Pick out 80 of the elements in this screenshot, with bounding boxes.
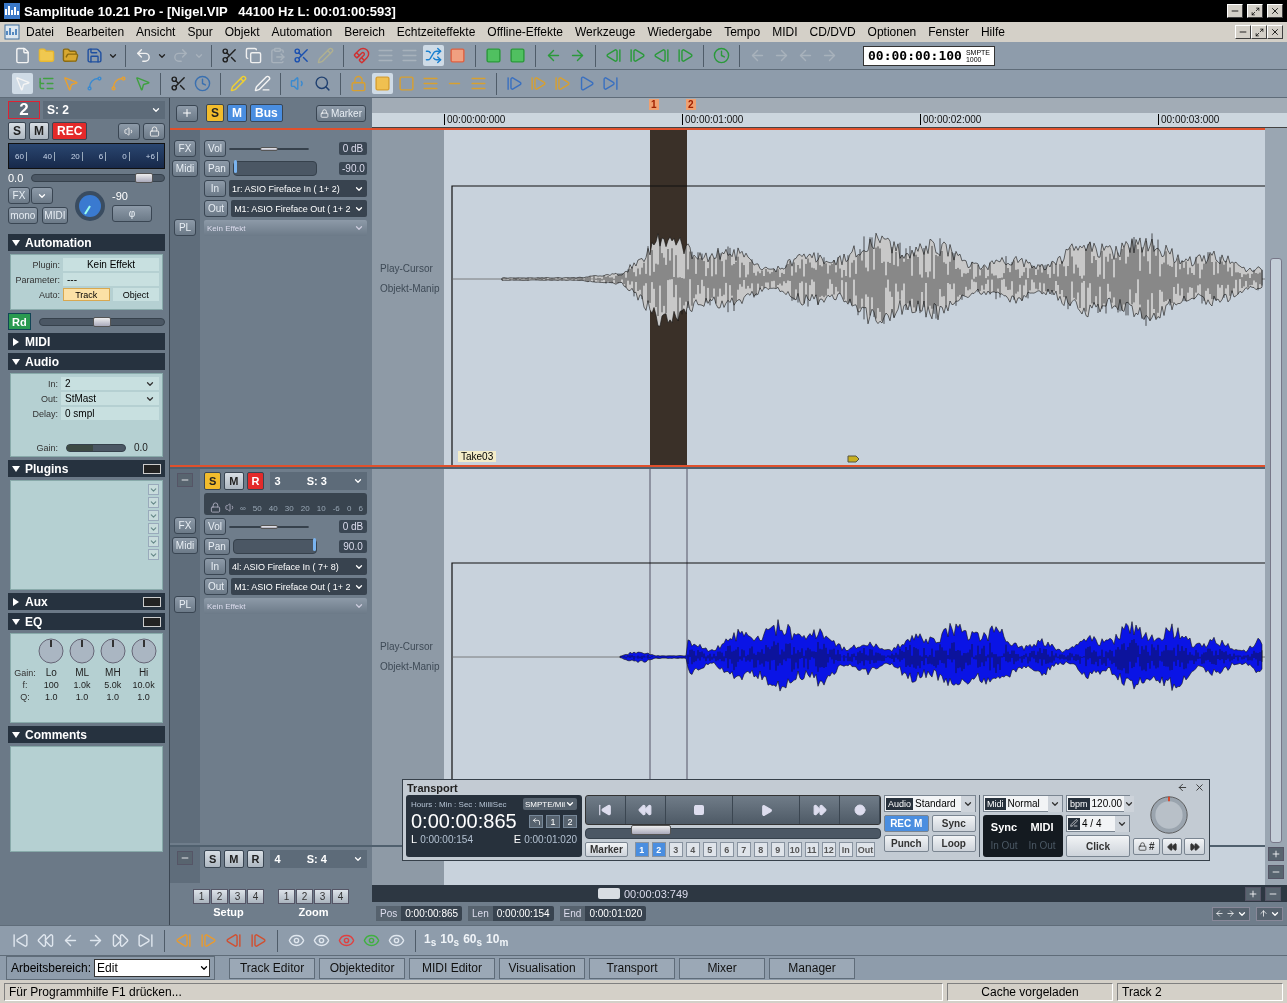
pan-reading: 90.0 (339, 540, 367, 553)
label: E (513, 833, 522, 845)
label: 0.0 (134, 442, 148, 453)
label: 1.0 (45, 692, 58, 702)
status-text: Für Programmhilfe F1 drücken... (4, 982, 943, 1001)
lane-label: Play-Cursor (380, 641, 433, 652)
ruler-time-label: 00:00:02:000 (920, 114, 982, 125)
meter-scale-label: 0 (122, 151, 130, 161)
label: 100 (43, 680, 59, 690)
track-name: S: 3 (306, 475, 327, 487)
counter-value: 00:00:00:100 (868, 48, 962, 63)
label: MH (105, 667, 121, 678)
label: 20 (300, 504, 310, 513)
label: 40 (268, 504, 278, 513)
meter-scale-label: +6 (145, 151, 158, 161)
window-title: Transport (407, 781, 459, 794)
time-readout: 0:00:00:865 (411, 810, 517, 833)
label: 6 (358, 504, 363, 513)
label: L (411, 833, 418, 845)
label: 0:00:00:154 (420, 833, 473, 845)
label: 0 (346, 504, 352, 513)
field-label: End (559, 906, 586, 921)
lane-label: Objekt-Manip (380, 661, 440, 672)
label: ML (75, 667, 90, 678)
field-label: Plugin: (31, 259, 60, 270)
ruler-time-label: 00:00:01:000 (682, 114, 744, 125)
label: Sync (990, 820, 1018, 833)
status-text: Cache vorgeladen (947, 982, 1113, 1001)
field-label: Delay: (31, 408, 58, 419)
label: 10 (316, 504, 326, 513)
label: 1.0 (137, 692, 150, 702)
label: MIDI (1030, 820, 1054, 833)
label: 1.0k (73, 680, 91, 690)
field-label: Gain: (35, 442, 58, 453)
label: 50 (252, 504, 262, 513)
label: f: (22, 680, 28, 690)
label: Gain: (14, 667, 36, 678)
status-text: Track 2 (1117, 982, 1283, 1001)
field-label: Out: (40, 393, 58, 404)
group-label: Setup (213, 906, 244, 918)
meter-scale-label: 6 (98, 151, 107, 161)
label: 30 (284, 504, 294, 513)
field-label: Auto: (38, 289, 60, 300)
label: -90 (112, 189, 129, 202)
label: 1.0 (75, 692, 89, 702)
lane-label: Objekt-Manip (380, 283, 440, 294)
label: 1.0 (106, 692, 120, 702)
label: Q: (20, 692, 30, 702)
label: Hi (138, 667, 149, 678)
window-title: Samplitude 10.21 Pro - [Nigel.VIP 44100 Hz L: 00:01:00:593] (24, 3, 397, 19)
field-label: Parameter: (14, 274, 60, 285)
label: Lo (45, 667, 57, 678)
label: 0.0 (8, 172, 24, 184)
label: Hours : Min : Sec : MilliSec (411, 799, 507, 809)
field-label: Len (468, 906, 493, 921)
track-number: 4 (274, 853, 281, 865)
volume-reading: 0 dB (339, 520, 367, 533)
field-value: 0:00:00:154 (495, 908, 551, 919)
track-name: S: 4 (306, 853, 327, 865)
pan-reading: -90.0 (339, 162, 367, 175)
volume-reading: 0 dB (339, 142, 367, 155)
label: -6 (332, 504, 340, 513)
field-value: 0:00:01:020 (588, 908, 644, 919)
lane-label: Play-Cursor (380, 263, 433, 274)
track-number: 3 (274, 475, 281, 487)
label: 0:00:01:020 (524, 833, 577, 845)
group-label: Zoom (298, 906, 329, 918)
workspace-label: Arbeitsbereich: (11, 961, 92, 975)
ruler-time-label: 00:00:03:000 (1158, 114, 1220, 125)
label: 10.0k (132, 680, 155, 690)
field-value: 0:00:00:865 (404, 908, 460, 919)
ruler-time-label: 00:00:00:000 (444, 114, 506, 125)
field-label: In: (47, 378, 58, 389)
meter-scale-label: 40 (42, 151, 55, 161)
label: 00:00:03:749 (624, 887, 689, 900)
label: ∞ (240, 504, 246, 513)
field-label: Pos (376, 906, 402, 921)
meter-scale-label: 60 (15, 151, 27, 161)
meter-scale-label: 20 (70, 151, 83, 161)
label: 5.0k (104, 680, 122, 690)
